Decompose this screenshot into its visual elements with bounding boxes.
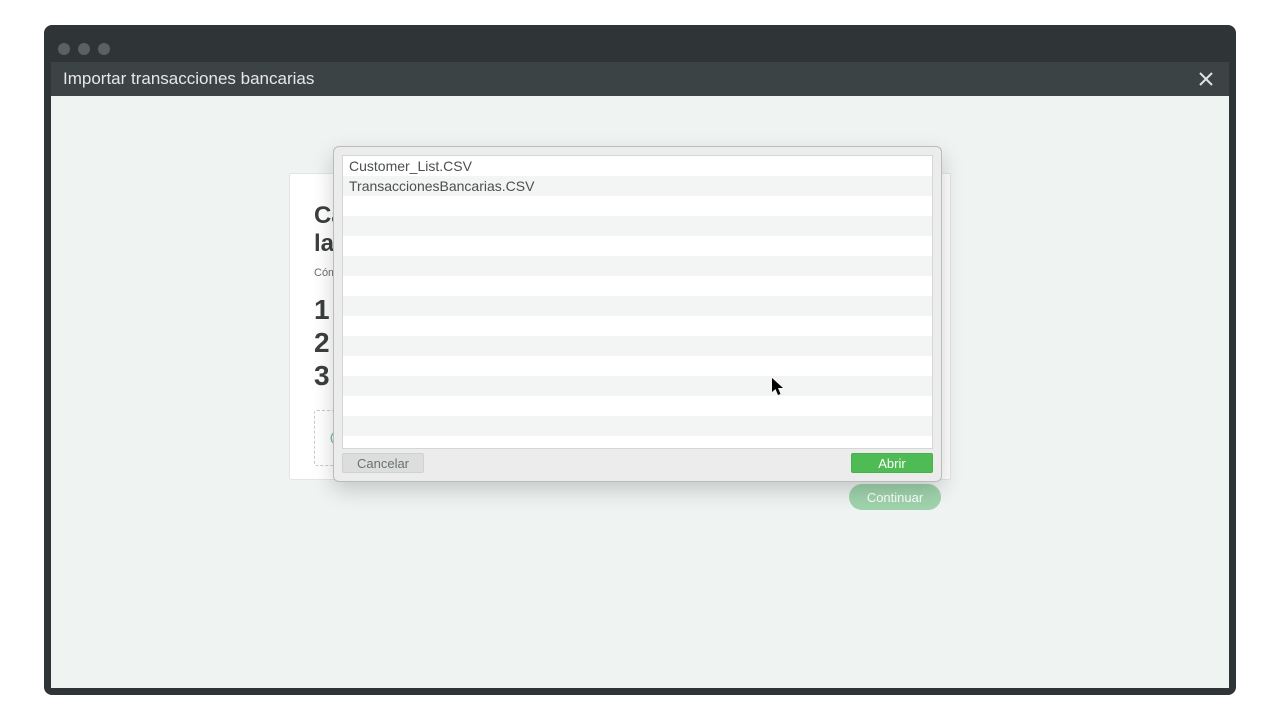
file-row-empty: .	[343, 236, 932, 256]
file-row-empty: .	[343, 316, 932, 336]
file-row[interactable]: TransaccionesBancarias.CSV	[343, 176, 932, 196]
traffic-light-close[interactable]	[58, 43, 70, 55]
mac-window-controls	[58, 43, 110, 55]
close-icon	[1197, 70, 1215, 88]
file-name: TransaccionesBancarias.CSV	[349, 178, 534, 194]
file-name: Customer_List.CSV	[349, 158, 472, 174]
app-window: Importar transacciones bancarias Ca la C…	[44, 25, 1236, 695]
file-row-empty: .	[343, 276, 932, 296]
cancel-button-label: Cancelar	[357, 456, 409, 471]
file-row-empty: .	[343, 216, 932, 236]
file-row[interactable]: Customer_List.CSV	[343, 156, 932, 176]
file-row-empty: .	[343, 416, 932, 436]
file-row-empty: .	[343, 296, 932, 316]
file-picker-dialog: Customer_List.CSV TransaccionesBancarias…	[333, 146, 942, 482]
traffic-light-zoom[interactable]	[98, 43, 110, 55]
file-row-empty: .	[343, 356, 932, 376]
file-picker-buttons: Cancelar Abrir	[342, 453, 933, 475]
open-button-label: Abrir	[878, 456, 905, 471]
cancel-button[interactable]: Cancelar	[342, 453, 424, 473]
file-row-empty: .	[343, 436, 932, 449]
traffic-light-minimize[interactable]	[78, 43, 90, 55]
file-row-empty: .	[343, 256, 932, 276]
modal-body: Ca la Cóm 1 2 3 Continuar Customer_List	[51, 96, 1229, 688]
continue-button-label: Continuar	[867, 490, 923, 505]
modal-title: Importar transacciones bancarias	[63, 69, 314, 89]
file-list[interactable]: Customer_List.CSV TransaccionesBancarias…	[342, 155, 933, 449]
continue-button[interactable]: Continuar	[849, 484, 941, 510]
file-row-empty: .	[343, 336, 932, 356]
open-button[interactable]: Abrir	[851, 453, 933, 473]
close-button[interactable]	[1195, 68, 1217, 90]
modal-titlebar: Importar transacciones bancarias	[51, 62, 1229, 96]
wizard-heading-line2: la	[314, 230, 334, 257]
file-row-empty: .	[343, 376, 932, 396]
file-row-empty: .	[343, 196, 932, 216]
file-row-empty: .	[343, 396, 932, 416]
